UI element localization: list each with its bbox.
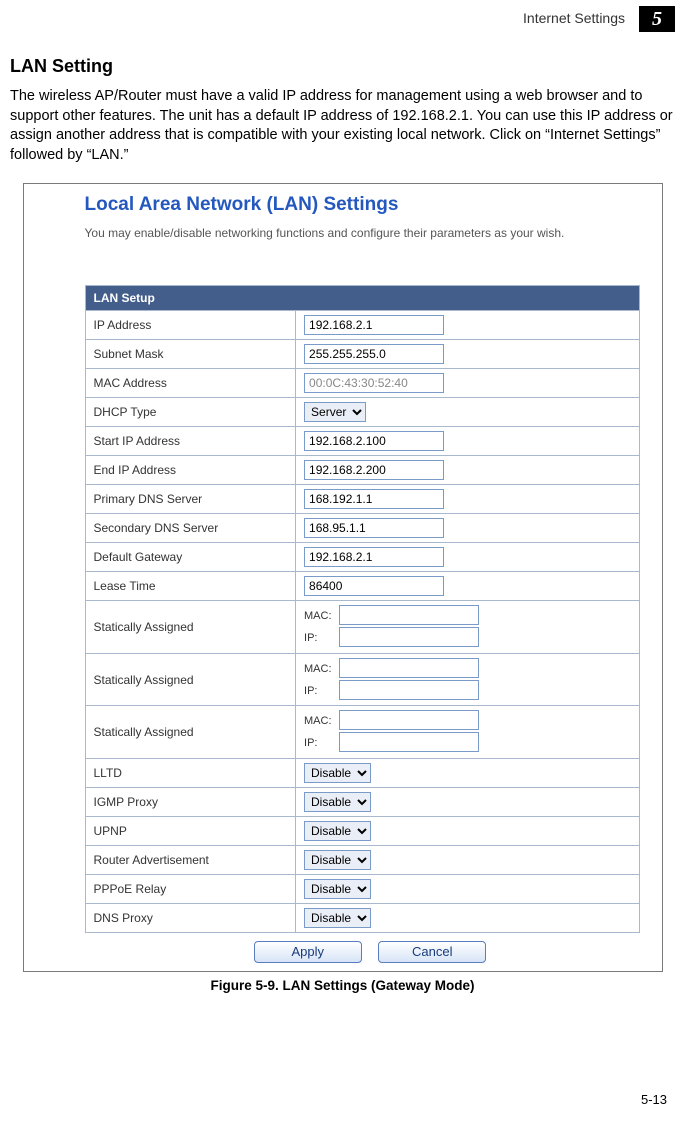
dhcp-type-select[interactable]: Server — [304, 402, 366, 422]
secondary-dns-input[interactable] — [304, 518, 444, 538]
static-assigned-1-label: Statically Assigned — [85, 601, 296, 654]
subnet-mask-input[interactable] — [304, 344, 444, 364]
start-ip-input[interactable] — [304, 431, 444, 451]
static-mac-prefix: MAC: — [304, 712, 336, 732]
static-mac-prefix: MAC: — [304, 607, 336, 627]
static-assigned-2-label: Statically Assigned — [85, 653, 296, 706]
pppoe-relay-label: PPPoE Relay — [85, 875, 296, 904]
static-3-ip-input[interactable] — [339, 732, 479, 752]
lease-time-input[interactable] — [304, 576, 444, 596]
static-1-mac-input[interactable] — [339, 605, 479, 625]
dhcp-type-label: DHCP Type — [85, 398, 296, 427]
static-mac-prefix: MAC: — [304, 660, 336, 680]
static-2-ip-input[interactable] — [339, 680, 479, 700]
igmp-proxy-select[interactable]: Disable — [304, 792, 371, 812]
upnp-label: UPNP — [85, 817, 296, 846]
section-body: The wireless AP/Router must have a valid… — [10, 87, 675, 165]
dns-proxy-select[interactable]: Disable — [304, 908, 371, 928]
router-advertisement-select[interactable]: Disable — [304, 850, 371, 870]
figure-screenshot: Local Area Network (LAN) Settings You ma… — [23, 183, 663, 972]
static-ip-prefix: IP: — [304, 682, 336, 702]
static-2-mac-input[interactable] — [339, 658, 479, 678]
subnet-mask-label: Subnet Mask — [85, 340, 296, 369]
group-header: LAN Setup — [85, 286, 639, 311]
end-ip-label: End IP Address — [85, 456, 296, 485]
dns-proxy-label: DNS Proxy — [85, 904, 296, 933]
static-ip-prefix: IP: — [304, 734, 336, 754]
static-3-mac-input[interactable] — [339, 710, 479, 730]
ip-address-label: IP Address — [85, 311, 296, 340]
cancel-button[interactable]: Cancel — [378, 941, 486, 963]
breadcrumb: Internet Settings — [523, 10, 625, 26]
default-gateway-input[interactable] — [304, 547, 444, 567]
static-assigned-3-label: Statically Assigned — [85, 706, 296, 759]
chapter-number-tab: 5 — [639, 6, 675, 32]
lltd-select[interactable]: Disable — [304, 763, 371, 783]
primary-dns-label: Primary DNS Server — [85, 485, 296, 514]
panel-title: Local Area Network (LAN) Settings — [85, 194, 656, 216]
primary-dns-input[interactable] — [304, 489, 444, 509]
section-heading: LAN Setting — [10, 56, 675, 77]
lltd-label: LLTD — [85, 759, 296, 788]
lease-time-label: Lease Time — [85, 572, 296, 601]
secondary-dns-label: Secondary DNS Server — [85, 514, 296, 543]
start-ip-label: Start IP Address — [85, 427, 296, 456]
mac-address-label: MAC Address — [85, 369, 296, 398]
end-ip-input[interactable] — [304, 460, 444, 480]
ip-address-input[interactable] — [304, 315, 444, 335]
panel-description: You may enable/disable networking functi… — [85, 226, 656, 240]
page-number: 5-13 — [641, 1092, 667, 1107]
lan-setup-table: LAN Setup IP Address Subnet Mask MAC Add… — [85, 285, 640, 933]
router-advertisement-label: Router Advertisement — [85, 846, 296, 875]
igmp-proxy-label: IGMP Proxy — [85, 788, 296, 817]
upnp-select[interactable]: Disable — [304, 821, 371, 841]
figure-caption: Figure 5-9. LAN Settings (Gateway Mode) — [10, 978, 675, 993]
default-gateway-label: Default Gateway — [85, 543, 296, 572]
mac-address-input — [304, 373, 444, 393]
static-ip-prefix: IP: — [304, 629, 336, 649]
apply-button[interactable]: Apply — [254, 941, 362, 963]
static-1-ip-input[interactable] — [339, 627, 479, 647]
pppoe-relay-select[interactable]: Disable — [304, 879, 371, 899]
